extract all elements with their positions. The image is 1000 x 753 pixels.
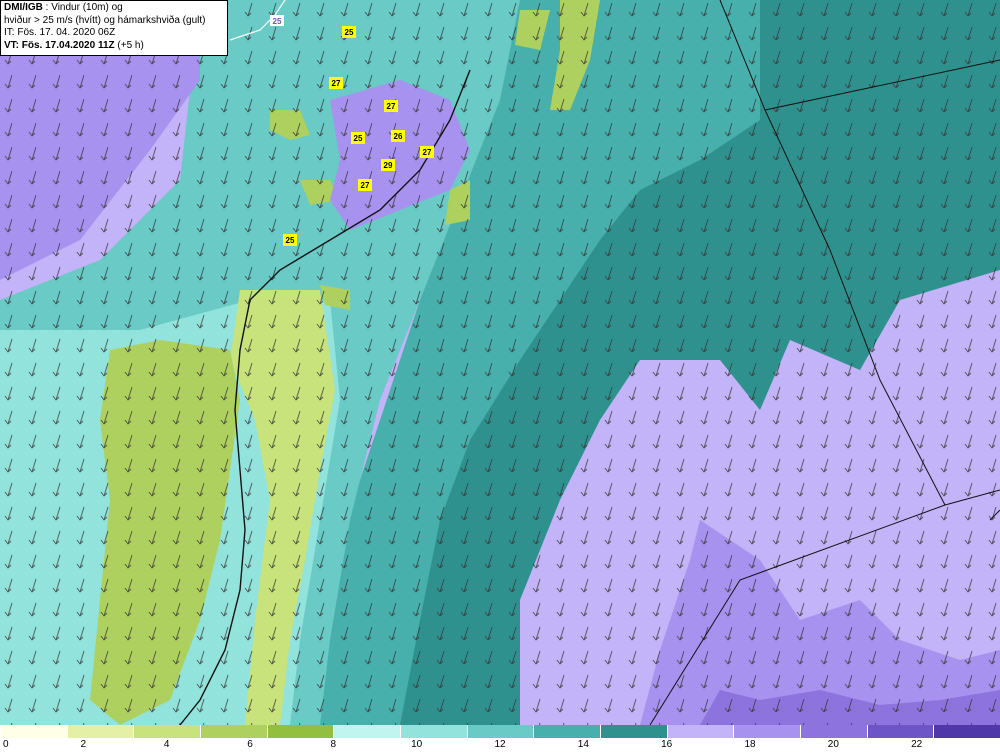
colorbar-tick-label: 18 bbox=[744, 739, 756, 750]
colorbar-swatch bbox=[933, 725, 1000, 738]
colorbar-swatch bbox=[800, 725, 867, 738]
colorbar-swatch bbox=[66, 725, 134, 738]
gust-marker: 27 bbox=[358, 179, 372, 191]
colorbar-swatch bbox=[0, 725, 67, 738]
colorbar-tick-label: 10 bbox=[411, 739, 423, 750]
gust-value: 27 bbox=[361, 181, 370, 190]
gust-marker: 26 bbox=[391, 130, 405, 142]
colorbar-swatch bbox=[400, 725, 467, 738]
wind-colorbar: 0 2 4 6 8 10 12 14 16 18 20 22 bbox=[0, 725, 1000, 753]
legend-line-3: IT: Fös. 17. 04. 2020 06Z bbox=[4, 27, 116, 38]
colorbar-swatch bbox=[333, 725, 400, 738]
colorbar-tick-label: 22 bbox=[911, 739, 923, 750]
gust-value: 27 bbox=[332, 79, 341, 88]
gust-marker: 25 bbox=[342, 26, 356, 38]
gust-marker: 29 bbox=[381, 159, 395, 171]
legend-line-2: hviður > 25 m/s (hvítt) og hámarkshviða … bbox=[4, 14, 206, 26]
gust-value: 26 bbox=[394, 132, 403, 141]
svg-text:25: 25 bbox=[273, 17, 282, 26]
gust-marker: 27 bbox=[384, 100, 398, 112]
colorbar-swatch bbox=[533, 725, 600, 738]
colorbar-tick-label: 2 bbox=[80, 739, 87, 750]
colorbar-tick-label: 8 bbox=[330, 739, 337, 750]
legend-line-1: DMI/IGB : Vindur (10m) og bbox=[4, 2, 123, 13]
colorbar-tick-label: 16 bbox=[661, 739, 673, 750]
gust-value: 27 bbox=[423, 148, 432, 157]
gust-marker: 27 bbox=[420, 146, 434, 158]
gust-marker: 25 bbox=[351, 132, 365, 144]
colorbar-swatch bbox=[600, 725, 667, 738]
map-legend: DMI/IGB : Vindur (10m) og hviður > 25 m/… bbox=[0, 0, 228, 56]
wind-map: 25 25 27 27 26 25 27 29 27 25 bbox=[0, 0, 1000, 725]
colorbar-tick-label: 0 bbox=[3, 739, 9, 750]
colorbar-tick-label: 4 bbox=[163, 739, 170, 750]
colorbar-swatch bbox=[466, 725, 534, 738]
gust-value: 29 bbox=[384, 161, 393, 170]
colorbar-swatch bbox=[733, 725, 800, 738]
colorbar-swatch bbox=[866, 725, 934, 738]
colorbar-swatch bbox=[133, 725, 200, 738]
colorbar-tick-label: 14 bbox=[577, 739, 589, 750]
contour-label: 25 bbox=[270, 15, 284, 26]
colorbar-tick-label: 20 bbox=[827, 739, 839, 750]
gust-marker: 25 bbox=[283, 234, 297, 246]
gust-marker: 27 bbox=[329, 77, 343, 89]
gust-value: 25 bbox=[345, 28, 354, 37]
wind-arrows bbox=[0, 0, 1000, 725]
gust-value: 25 bbox=[286, 236, 295, 245]
colorbar-tick-label: 12 bbox=[494, 739, 506, 750]
gust-value: 25 bbox=[354, 134, 363, 143]
colorbar-swatch bbox=[266, 725, 334, 738]
legend-line-4: VT: Fös. 17.04.2020 11Z (+5 h) bbox=[4, 39, 144, 51]
colorbar-swatch bbox=[200, 725, 267, 738]
colorbar-tick-label: 6 bbox=[247, 739, 253, 750]
colorbar-swatch bbox=[666, 725, 734, 738]
gust-value: 27 bbox=[387, 102, 396, 111]
